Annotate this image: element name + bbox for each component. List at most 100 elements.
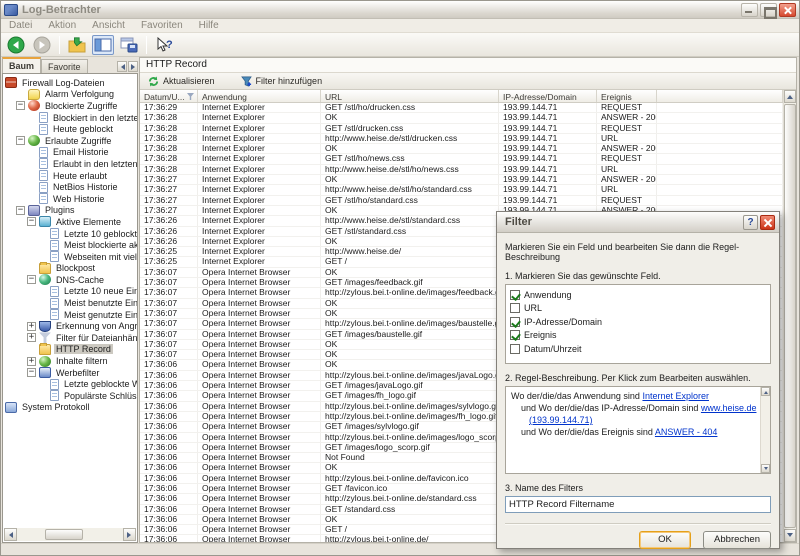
filter-name-input[interactable] (505, 496, 771, 513)
tree-item[interactable]: Blockpost (3, 263, 137, 275)
scroll-left-button[interactable] (4, 528, 17, 541)
tree-item[interactable]: −Blockierte Zugriffe (3, 100, 137, 112)
maximize-button[interactable] (760, 3, 777, 17)
field-option[interactable]: Anwendung (510, 288, 766, 302)
checkbox-checked-icon[interactable] (510, 317, 520, 327)
field-option[interactable]: IP-Adresse/Domain (510, 315, 766, 329)
tree-item[interactable]: System Protokoll (3, 402, 137, 414)
toggle-panel-button[interactable] (92, 35, 114, 55)
scroll-down-button[interactable] (784, 529, 796, 542)
tree-horizontal-scrollbar[interactable] (4, 528, 136, 541)
dialog-help-button[interactable]: ? (743, 215, 758, 230)
table-row[interactable]: 17:36:28Internet Explorerhttp://www.heis… (140, 165, 783, 175)
scroll-up-button[interactable] (784, 90, 796, 103)
tree-item[interactable]: −DNS-Cache (3, 274, 137, 286)
tree-item[interactable]: Erlaubt in den letzten 10 Mi (3, 158, 137, 170)
tree-item[interactable]: −Aktive Elemente (3, 216, 137, 228)
scroll-up-button[interactable] (761, 387, 770, 396)
scroll-down-button[interactable] (761, 464, 770, 473)
scroll-right-button[interactable] (123, 528, 136, 541)
tree-item[interactable]: Letzte 10 neue Einträge (3, 286, 137, 298)
scrollbar-thumb[interactable] (784, 104, 796, 528)
close-button[interactable] (779, 3, 796, 17)
menu-datei[interactable]: Datei (9, 20, 32, 31)
minus-expander[interactable]: − (27, 217, 36, 226)
menu-hilfe[interactable]: Hilfe (199, 20, 219, 31)
context-help-button[interactable]: ? (153, 35, 175, 55)
column-header-ereignis[interactable]: Ereignis (597, 90, 657, 102)
ok-button[interactable]: OK (639, 531, 691, 549)
tree-item[interactable]: HTTP Record (3, 344, 137, 356)
plus-expander[interactable]: + (27, 357, 36, 366)
minus-expander[interactable]: − (16, 136, 25, 145)
tab-baum[interactable]: Baum (2, 57, 41, 73)
table-row[interactable]: 17:36:27Internet ExplorerGET /stl/ho/sta… (140, 196, 783, 206)
field-option[interactable]: URL (510, 302, 766, 316)
field-option[interactable]: Datum/Uhrzeit (510, 342, 766, 356)
tree-item[interactable]: Web Historie (3, 193, 137, 205)
checkbox-unchecked-icon[interactable] (510, 303, 520, 313)
add-filter-button[interactable]: Filter hinzufügen (241, 76, 323, 87)
open-folder-button[interactable] (66, 35, 88, 55)
plus-expander[interactable]: + (27, 322, 36, 331)
tree-item[interactable]: −Werbefilter (3, 367, 137, 379)
table-vertical-scrollbar[interactable] (783, 90, 796, 542)
dialog-close-button[interactable] (760, 215, 775, 230)
back-button[interactable] (5, 35, 27, 55)
menu-favoriten[interactable]: Favoriten (141, 20, 183, 31)
cancel-button[interactable]: Abbrechen (703, 531, 771, 549)
tree-item[interactable]: NetBios Historie (3, 181, 137, 193)
tree-item[interactable]: +Erkennung von Angriffen (3, 320, 137, 332)
tree-item[interactable]: Letzte geblockte Werbe (3, 378, 137, 390)
minus-expander[interactable]: − (27, 368, 36, 377)
plus-expander[interactable]: + (27, 333, 36, 342)
table-row[interactable]: 17:36:28Internet ExplorerOK193.99.144.71… (140, 113, 783, 123)
table-row[interactable]: 17:36:29Internet ExplorerGET /stl/ho/dru… (140, 103, 783, 113)
column-header-anwendung[interactable]: Anwendung (198, 90, 321, 102)
tab-scroll-right[interactable] (128, 61, 138, 72)
rule-link-anwendung[interactable]: Internet Explorer (642, 391, 709, 401)
minus-expander[interactable]: − (16, 206, 25, 215)
checkbox-checked-icon[interactable] (510, 330, 520, 340)
tree-item[interactable]: Meist benutzte Einträge (3, 297, 137, 309)
tree-item[interactable]: Firewall Log-Dateien (3, 77, 137, 89)
tree-item[interactable]: +Inhalte filtern (3, 355, 137, 367)
refresh-button[interactable]: Aktualisieren (148, 76, 215, 87)
tree-item[interactable]: Alarm Verfolgung (3, 89, 137, 101)
tree-item[interactable]: Populärste Schlüsselwör (3, 390, 137, 402)
export-save-button[interactable] (118, 35, 140, 55)
tree-item[interactable]: Blockiert in den letzten 10 M (3, 112, 137, 124)
menu-aktion[interactable]: Aktion (48, 20, 76, 31)
table-row[interactable]: 17:36:27Internet ExplorerOK193.99.144.71… (140, 175, 783, 185)
checkbox-unchecked-icon[interactable] (510, 344, 520, 354)
tree-item[interactable]: Email Historie (3, 147, 137, 159)
field-option[interactable]: Ereignis (510, 329, 766, 343)
tree-item[interactable]: −Erlaubte Zugriffe (3, 135, 137, 147)
tree-item[interactable]: Webseiten mit vielen akt (3, 251, 137, 263)
tree-item[interactable]: Heute erlaubt (3, 170, 137, 182)
tree-item[interactable]: −Plugins (3, 205, 137, 217)
tree-item[interactable]: Letzte 10 geblockte akti (3, 228, 137, 240)
table-row[interactable]: 17:36:28Internet ExplorerOK193.99.144.71… (140, 144, 783, 154)
minus-expander[interactable]: − (16, 101, 25, 110)
column-header-datum[interactable]: Datum/U... (140, 90, 198, 102)
scrollbar-thumb[interactable] (45, 529, 83, 540)
rule-box-scrollbar[interactable] (760, 387, 770, 473)
forward-button[interactable] (31, 35, 53, 55)
table-row[interactable]: 17:36:28Internet ExplorerGET /stl/ho/new… (140, 154, 783, 164)
column-header-url[interactable]: URL (321, 90, 499, 102)
table-row[interactable]: 17:36:27Internet Explorerhttp://www.heis… (140, 185, 783, 195)
tree-item[interactable]: Heute geblockt (3, 123, 137, 135)
minimize-button[interactable] (741, 3, 758, 17)
checkbox-checked-icon[interactable] (510, 290, 520, 300)
tab-favoriten[interactable]: Favorite (41, 59, 88, 73)
table-row[interactable]: 17:36:28Internet Explorerhttp://www.heis… (140, 134, 783, 144)
menu-ansicht[interactable]: Ansicht (92, 20, 125, 31)
table-row[interactable]: 17:36:28Internet ExplorerGET /stl/drucke… (140, 124, 783, 134)
rule-link-domain[interactable]: www.heise.de (701, 403, 757, 413)
column-header-ip[interactable]: IP-Adresse/Domain (499, 90, 597, 102)
tab-scroll-left[interactable] (117, 61, 127, 72)
tree-item[interactable]: Meist blockierte aktive In (3, 239, 137, 251)
tree-item[interactable]: Meist genutzte Einträge (3, 309, 137, 321)
tree-item[interactable]: +Filter für Dateianhänge (3, 332, 137, 344)
